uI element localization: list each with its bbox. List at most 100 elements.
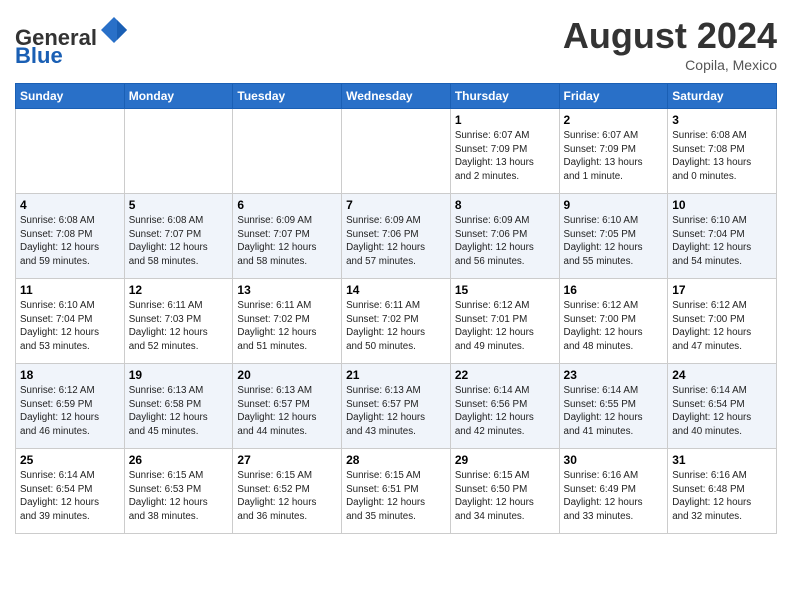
title-block: August 2024 Copila, Mexico	[563, 15, 777, 73]
day-info: Sunrise: 6:12 AM Sunset: 7:01 PM Dayligh…	[455, 299, 555, 354]
logo-blue: Blue	[15, 43, 63, 68]
day-number: 2	[564, 113, 664, 127]
calendar-cell: 27Sunrise: 6:15 AM Sunset: 6:52 PM Dayli…	[233, 449, 342, 534]
logo-icon	[99, 15, 129, 45]
calendar-cell	[124, 109, 233, 194]
day-of-week-header: Saturday	[668, 84, 777, 109]
calendar-week-row: 25 Sunrise: 6:14 AM Sunset: 6:54 PM Dayli…	[16, 449, 777, 534]
day-info: Sunrise: 6:14 AM Sunset: 6:54 PM Dayligh…	[20, 469, 120, 524]
calendar-cell: 17 Sunrise: 6:12 AM Sunset: 7:00 PM Dayli…	[668, 279, 777, 364]
calendar-week-row: 11 Sunrise: 6:10 AM Sunset: 7:04 PM Dayli…	[16, 279, 777, 364]
day-number: 29	[455, 453, 555, 467]
day-info: Sunrise: 6:08 AM Sunset: 7:08 PM Dayligh…	[20, 214, 120, 269]
day-number: 17	[672, 283, 772, 297]
calendar-cell: 6 Sunrise: 6:09 AM Sunset: 7:07 PM Daylig…	[233, 194, 342, 279]
calendar-cell: 3Sunrise: 6:08 AM Sunset: 7:08 PM Daylig…	[668, 109, 777, 194]
day-number: 24	[672, 368, 772, 382]
calendar-cell: 19 Sunrise: 6:13 AM Sunset: 6:58 PM Dayli…	[124, 364, 233, 449]
day-info: Sunrise: 6:14 AM Sunset: 6:55 PM Dayligh…	[564, 384, 664, 439]
page-header: General Blue August 2024 Copila, Mexico	[15, 15, 777, 73]
day-number: 14	[346, 283, 446, 297]
day-info: Sunrise: 6:16 AM Sunset: 6:49 PM Dayligh…	[564, 469, 664, 524]
day-number: 3	[672, 113, 772, 127]
day-of-week-header: Tuesday	[233, 84, 342, 109]
day-info: Sunrise: 6:13 AM Sunset: 6:58 PM Dayligh…	[129, 384, 229, 439]
calendar-cell: 30 Sunrise: 6:16 AM Sunset: 6:49 PM Dayli…	[559, 449, 668, 534]
day-of-week-header: Monday	[124, 84, 233, 109]
day-number: 18	[20, 368, 120, 382]
day-info: Sunrise: 6:10 AM Sunset: 7:05 PM Dayligh…	[564, 214, 664, 269]
day-number: 13	[237, 283, 337, 297]
day-info: Sunrise: 6:09 AM Sunset: 7:06 PM Dayligh…	[346, 214, 446, 269]
day-info: Sunrise: 6:14 AM Sunset: 6:56 PM Dayligh…	[455, 384, 555, 439]
day-info: Sunrise: 6:09 AM Sunset: 7:06 PM Dayligh…	[455, 214, 555, 269]
calendar-cell: 2 Sunrise: 6:07 AM Sunset: 7:09 PM Daylig…	[559, 109, 668, 194]
day-number: 23	[564, 368, 664, 382]
calendar-body: 1Sunrise: 6:07 AM Sunset: 7:09 PM Daylig…	[16, 109, 777, 534]
day-info: Sunrise: 6:15 AM Sunset: 6:50 PM Dayligh…	[455, 469, 555, 524]
day-number: 7	[346, 198, 446, 212]
day-number: 4	[20, 198, 120, 212]
day-number: 6	[237, 198, 337, 212]
location: Copila, Mexico	[563, 57, 777, 73]
calendar-cell: 15 Sunrise: 6:12 AM Sunset: 7:01 PM Dayli…	[450, 279, 559, 364]
day-number: 26	[129, 453, 229, 467]
calendar-cell	[233, 109, 342, 194]
day-info: Sunrise: 6:13 AM Sunset: 6:57 PM Dayligh…	[237, 384, 337, 439]
calendar-cell: 14 Sunrise: 6:11 AM Sunset: 7:02 PM Dayli…	[342, 279, 451, 364]
calendar-cell	[342, 109, 451, 194]
day-number: 31	[672, 453, 772, 467]
calendar-table: SundayMondayTuesdayWednesdayThursdayFrid…	[15, 83, 777, 534]
calendar-cell: 10 Sunrise: 6:10 AM Sunset: 7:04 PM Dayli…	[668, 194, 777, 279]
day-info: Sunrise: 6:14 AM Sunset: 6:54 PM Dayligh…	[672, 384, 772, 439]
day-info: Sunrise: 6:09 AM Sunset: 7:07 PM Dayligh…	[237, 214, 337, 269]
day-of-week-header: Thursday	[450, 84, 559, 109]
calendar-cell: 20 Sunrise: 6:13 AM Sunset: 6:57 PM Dayli…	[233, 364, 342, 449]
day-info: Sunrise: 6:07 AM Sunset: 7:09 PM Dayligh…	[564, 129, 664, 184]
calendar-cell: 26Sunrise: 6:15 AM Sunset: 6:53 PM Dayli…	[124, 449, 233, 534]
day-number: 5	[129, 198, 229, 212]
calendar-week-row: 18 Sunrise: 6:12 AM Sunset: 6:59 PM Dayli…	[16, 364, 777, 449]
day-info: Sunrise: 6:07 AM Sunset: 7:09 PM Dayligh…	[455, 129, 555, 184]
day-of-week-header: Wednesday	[342, 84, 451, 109]
calendar-cell: 22 Sunrise: 6:14 AM Sunset: 6:56 PM Dayli…	[450, 364, 559, 449]
day-info: Sunrise: 6:10 AM Sunset: 7:04 PM Dayligh…	[20, 299, 120, 354]
day-number: 19	[129, 368, 229, 382]
calendar-cell: 16 Sunrise: 6:12 AM Sunset: 7:00 PM Dayli…	[559, 279, 668, 364]
calendar-cell: 11 Sunrise: 6:10 AM Sunset: 7:04 PM Dayli…	[16, 279, 125, 364]
day-number: 16	[564, 283, 664, 297]
calendar-cell: 24 Sunrise: 6:14 AM Sunset: 6:54 PM Dayli…	[668, 364, 777, 449]
day-info: Sunrise: 6:15 AM Sunset: 6:52 PM Dayligh…	[237, 469, 337, 524]
day-info: Sunrise: 6:12 AM Sunset: 7:00 PM Dayligh…	[564, 299, 664, 354]
day-info: Sunrise: 6:11 AM Sunset: 7:03 PM Dayligh…	[129, 299, 229, 354]
day-info: Sunrise: 6:16 AM Sunset: 6:48 PM Dayligh…	[672, 469, 772, 524]
day-number: 30	[564, 453, 664, 467]
day-number: 21	[346, 368, 446, 382]
calendar-cell: 7 Sunrise: 6:09 AM Sunset: 7:06 PM Daylig…	[342, 194, 451, 279]
day-info: Sunrise: 6:11 AM Sunset: 7:02 PM Dayligh…	[346, 299, 446, 354]
day-number: 25	[20, 453, 120, 467]
day-info: Sunrise: 6:12 AM Sunset: 6:59 PM Dayligh…	[20, 384, 120, 439]
day-number: 11	[20, 283, 120, 297]
day-info: Sunrise: 6:12 AM Sunset: 7:00 PM Dayligh…	[672, 299, 772, 354]
calendar-header: SundayMondayTuesdayWednesdayThursdayFrid…	[16, 84, 777, 109]
logo: General Blue	[15, 15, 129, 68]
calendar-cell: 9Sunrise: 6:10 AM Sunset: 7:05 PM Daylig…	[559, 194, 668, 279]
calendar-cell: 18 Sunrise: 6:12 AM Sunset: 6:59 PM Dayli…	[16, 364, 125, 449]
day-number: 8	[455, 198, 555, 212]
calendar-cell: 13 Sunrise: 6:11 AM Sunset: 7:02 PM Dayli…	[233, 279, 342, 364]
calendar-cell: 21Sunrise: 6:13 AM Sunset: 6:57 PM Dayli…	[342, 364, 451, 449]
day-number: 20	[237, 368, 337, 382]
day-number: 10	[672, 198, 772, 212]
calendar-cell: 1Sunrise: 6:07 AM Sunset: 7:09 PM Daylig…	[450, 109, 559, 194]
calendar-cell: 12Sunrise: 6:11 AM Sunset: 7:03 PM Dayli…	[124, 279, 233, 364]
calendar-cell: 28Sunrise: 6:15 AM Sunset: 6:51 PM Dayli…	[342, 449, 451, 534]
calendar-cell: 23 Sunrise: 6:14 AM Sunset: 6:55 PM Dayli…	[559, 364, 668, 449]
day-number: 22	[455, 368, 555, 382]
day-info: Sunrise: 6:11 AM Sunset: 7:02 PM Dayligh…	[237, 299, 337, 354]
day-info: Sunrise: 6:08 AM Sunset: 7:07 PM Dayligh…	[129, 214, 229, 269]
day-info: Sunrise: 6:10 AM Sunset: 7:04 PM Dayligh…	[672, 214, 772, 269]
header-row: SundayMondayTuesdayWednesdayThursdayFrid…	[16, 84, 777, 109]
day-number: 15	[455, 283, 555, 297]
day-number: 28	[346, 453, 446, 467]
